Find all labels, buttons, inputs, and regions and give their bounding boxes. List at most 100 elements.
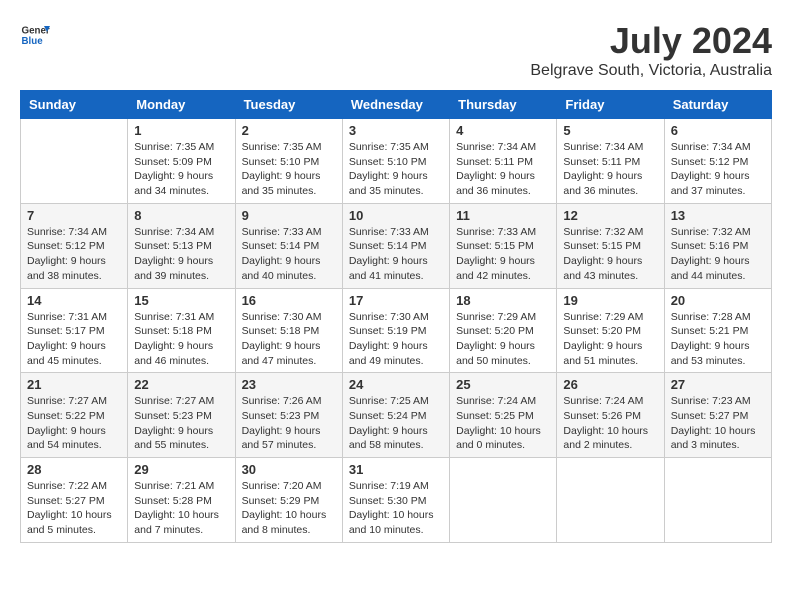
day-number: 8 bbox=[134, 208, 228, 223]
weekday-header-row: SundayMondayTuesdayWednesdayThursdayFrid… bbox=[21, 91, 772, 119]
weekday-header-thursday: Thursday bbox=[450, 91, 557, 119]
calendar-cell: 7 Sunrise: 7:34 AMSunset: 5:12 PMDaylight… bbox=[21, 203, 128, 288]
day-number: 18 bbox=[456, 293, 550, 308]
day-number: 30 bbox=[242, 462, 336, 477]
day-number: 2 bbox=[242, 123, 336, 138]
day-number: 5 bbox=[563, 123, 657, 138]
logo: General Blue bbox=[20, 20, 50, 50]
day-info: Sunrise: 7:29 AMSunset: 5:20 PMDaylight:… bbox=[563, 310, 657, 369]
calendar-cell: 11Sunrise: 7:33 AMSunset: 5:15 PMDayligh… bbox=[450, 203, 557, 288]
day-info: Sunrise: 7:34 AMSunset: 5:11 PMDaylight:… bbox=[563, 140, 657, 199]
day-number: 26 bbox=[563, 377, 657, 392]
calendar-cell: 29Sunrise: 7:21 AMSunset: 5:28 PMDayligh… bbox=[128, 458, 235, 543]
calendar-cell: 26 Sunrise: 7:24 AMSunset: 5:26 PMDayligh… bbox=[557, 373, 664, 458]
calendar-cell bbox=[21, 119, 128, 204]
calendar-cell: 22 Sunrise: 7:27 AMSunset: 5:23 PMDayligh… bbox=[128, 373, 235, 458]
calendar-cell: 2Sunrise: 7:35 AMSunset: 5:10 PMDaylight… bbox=[235, 119, 342, 204]
weekday-header-saturday: Saturday bbox=[664, 91, 771, 119]
calendar-cell: 28 Sunrise: 7:22 AMSunset: 5:27 PMDayligh… bbox=[21, 458, 128, 543]
month-title: July 2024 bbox=[530, 20, 772, 62]
weekday-header-sunday: Sunday bbox=[21, 91, 128, 119]
calendar-table: SundayMondayTuesdayWednesdayThursdayFrid… bbox=[20, 90, 772, 543]
day-info: Sunrise: 7:19 AMSunset: 5:30 PMDaylight:… bbox=[349, 479, 443, 538]
day-info: Sunrise: 7:27 AMSunset: 5:22 PMDaylight:… bbox=[27, 394, 121, 453]
day-number: 11 bbox=[456, 208, 550, 223]
calendar-cell: 17Sunrise: 7:30 AMSunset: 5:19 PMDayligh… bbox=[342, 288, 449, 373]
day-number: 23 bbox=[242, 377, 336, 392]
calendar-cell bbox=[664, 458, 771, 543]
day-number: 14 bbox=[27, 293, 121, 308]
weekday-header-wednesday: Wednesday bbox=[342, 91, 449, 119]
day-info: Sunrise: 7:29 AMSunset: 5:20 PMDaylight:… bbox=[456, 310, 550, 369]
calendar-cell: 18 Sunrise: 7:29 AMSunset: 5:20 PMDayligh… bbox=[450, 288, 557, 373]
calendar-cell: 15 Sunrise: 7:31 AMSunset: 5:18 PMDayligh… bbox=[128, 288, 235, 373]
day-number: 10 bbox=[349, 208, 443, 223]
calendar-cell: 6 Sunrise: 7:34 AMSunset: 5:12 PMDaylight… bbox=[664, 119, 771, 204]
day-number: 1 bbox=[134, 123, 228, 138]
calendar-cell bbox=[450, 458, 557, 543]
calendar-week-row: 28 Sunrise: 7:22 AMSunset: 5:27 PMDayligh… bbox=[21, 458, 772, 543]
day-number: 28 bbox=[27, 462, 121, 477]
day-number: 6 bbox=[671, 123, 765, 138]
day-info: Sunrise: 7:28 AMSunset: 5:21 PMDaylight:… bbox=[671, 310, 765, 369]
day-number: 24 bbox=[349, 377, 443, 392]
calendar-cell: 3 Sunrise: 7:35 AMSunset: 5:10 PMDaylight… bbox=[342, 119, 449, 204]
day-number: 21 bbox=[27, 377, 121, 392]
day-info: Sunrise: 7:34 AMSunset: 5:12 PMDaylight:… bbox=[671, 140, 765, 199]
day-number: 25 bbox=[456, 377, 550, 392]
day-info: Sunrise: 7:27 AMSunset: 5:23 PMDaylight:… bbox=[134, 394, 228, 453]
day-info: Sunrise: 7:22 AMSunset: 5:27 PMDaylight:… bbox=[27, 479, 121, 538]
day-info: Sunrise: 7:23 AMSunset: 5:27 PMDaylight:… bbox=[671, 394, 765, 453]
day-number: 27 bbox=[671, 377, 765, 392]
day-info: Sunrise: 7:33 AMSunset: 5:14 PMDaylight:… bbox=[242, 225, 336, 284]
calendar-cell: 4 Sunrise: 7:34 AMSunset: 5:11 PMDaylight… bbox=[450, 119, 557, 204]
day-number: 29 bbox=[134, 462, 228, 477]
day-info: Sunrise: 7:34 AMSunset: 5:11 PMDaylight:… bbox=[456, 140, 550, 199]
calendar-cell: 13Sunrise: 7:32 AMSunset: 5:16 PMDayligh… bbox=[664, 203, 771, 288]
day-info: Sunrise: 7:24 AMSunset: 5:25 PMDaylight:… bbox=[456, 394, 550, 453]
day-info: Sunrise: 7:31 AMSunset: 5:18 PMDaylight:… bbox=[134, 310, 228, 369]
day-number: 19 bbox=[563, 293, 657, 308]
day-number: 17 bbox=[349, 293, 443, 308]
day-info: Sunrise: 7:34 AMSunset: 5:13 PMDaylight:… bbox=[134, 225, 228, 284]
day-info: Sunrise: 7:32 AMSunset: 5:16 PMDaylight:… bbox=[671, 225, 765, 284]
day-number: 3 bbox=[349, 123, 443, 138]
calendar-cell: 12Sunrise: 7:32 AMSunset: 5:15 PMDayligh… bbox=[557, 203, 664, 288]
day-info: Sunrise: 7:35 AMSunset: 5:10 PMDaylight:… bbox=[349, 140, 443, 199]
day-number: 16 bbox=[242, 293, 336, 308]
page-header: General Blue July 2024 Belgrave South, V… bbox=[20, 20, 772, 80]
calendar-cell: 16 Sunrise: 7:30 AMSunset: 5:18 PMDayligh… bbox=[235, 288, 342, 373]
calendar-cell: 1Sunrise: 7:35 AMSunset: 5:09 PMDaylight… bbox=[128, 119, 235, 204]
calendar-cell: 10 Sunrise: 7:33 AMSunset: 5:14 PMDayligh… bbox=[342, 203, 449, 288]
day-number: 4 bbox=[456, 123, 550, 138]
calendar-cell: 30 Sunrise: 7:20 AMSunset: 5:29 PMDayligh… bbox=[235, 458, 342, 543]
calendar-cell: 14 Sunrise: 7:31 AMSunset: 5:17 PMDayligh… bbox=[21, 288, 128, 373]
day-number: 15 bbox=[134, 293, 228, 308]
calendar-cell: 31 Sunrise: 7:19 AMSunset: 5:30 PMDayligh… bbox=[342, 458, 449, 543]
day-number: 7 bbox=[27, 208, 121, 223]
calendar-cell: 27 Sunrise: 7:23 AMSunset: 5:27 PMDayligh… bbox=[664, 373, 771, 458]
title-block: July 2024 Belgrave South, Victoria, Aust… bbox=[530, 20, 772, 80]
calendar-week-row: 21 Sunrise: 7:27 AMSunset: 5:22 PMDayligh… bbox=[21, 373, 772, 458]
calendar-cell: 20Sunrise: 7:28 AMSunset: 5:21 PMDayligh… bbox=[664, 288, 771, 373]
day-info: Sunrise: 7:20 AMSunset: 5:29 PMDaylight:… bbox=[242, 479, 336, 538]
calendar-cell: 24 Sunrise: 7:25 AMSunset: 5:24 PMDayligh… bbox=[342, 373, 449, 458]
weekday-header-friday: Friday bbox=[557, 91, 664, 119]
weekday-header-tuesday: Tuesday bbox=[235, 91, 342, 119]
calendar-cell: 25 Sunrise: 7:24 AMSunset: 5:25 PMDayligh… bbox=[450, 373, 557, 458]
day-number: 22 bbox=[134, 377, 228, 392]
day-number: 9 bbox=[242, 208, 336, 223]
day-info: Sunrise: 7:25 AMSunset: 5:24 PMDaylight:… bbox=[349, 394, 443, 453]
calendar-week-row: 7 Sunrise: 7:34 AMSunset: 5:12 PMDaylight… bbox=[21, 203, 772, 288]
calendar-cell: 9 Sunrise: 7:33 AMSunset: 5:14 PMDaylight… bbox=[235, 203, 342, 288]
calendar-cell: 23Sunrise: 7:26 AMSunset: 5:23 PMDayligh… bbox=[235, 373, 342, 458]
day-info: Sunrise: 7:34 AMSunset: 5:12 PMDaylight:… bbox=[27, 225, 121, 284]
day-info: Sunrise: 7:30 AMSunset: 5:18 PMDaylight:… bbox=[242, 310, 336, 369]
day-info: Sunrise: 7:33 AMSunset: 5:14 PMDaylight:… bbox=[349, 225, 443, 284]
calendar-week-row: 1Sunrise: 7:35 AMSunset: 5:09 PMDaylight… bbox=[21, 119, 772, 204]
logo-icon: General Blue bbox=[20, 20, 50, 50]
day-info: Sunrise: 7:24 AMSunset: 5:26 PMDaylight:… bbox=[563, 394, 657, 453]
day-info: Sunrise: 7:31 AMSunset: 5:17 PMDaylight:… bbox=[27, 310, 121, 369]
svg-text:Blue: Blue bbox=[22, 36, 44, 47]
day-number: 31 bbox=[349, 462, 443, 477]
